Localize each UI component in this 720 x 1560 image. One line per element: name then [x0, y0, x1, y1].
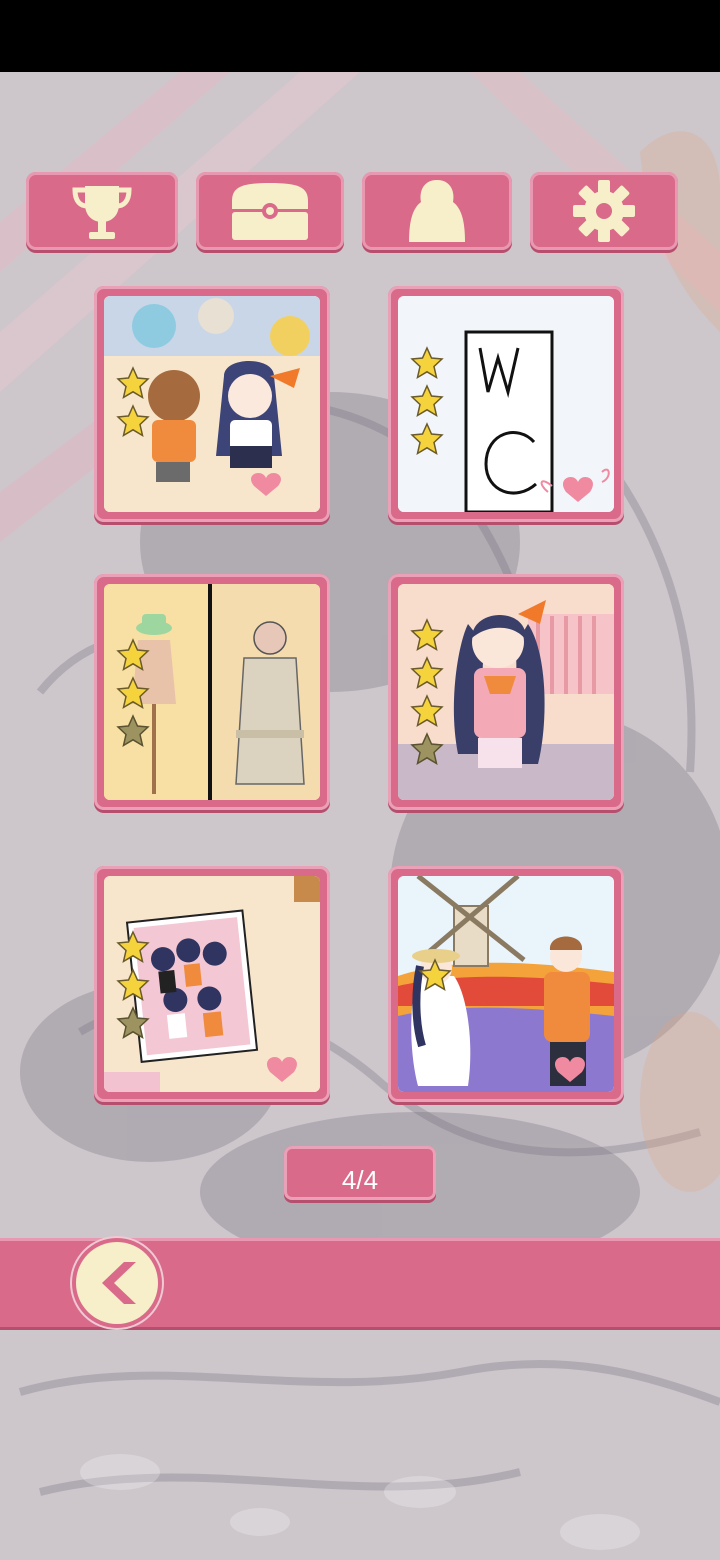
- gear-icon: [573, 180, 635, 242]
- chevron-left-icon: [102, 1262, 136, 1304]
- star-rating: [116, 638, 150, 748]
- level-card-1[interactable]: [94, 286, 330, 522]
- star-filled-icon: [410, 694, 444, 728]
- level-card-3[interactable]: [94, 574, 330, 810]
- star-filled-icon: [116, 676, 150, 710]
- chest-button[interactable]: [196, 172, 344, 250]
- star-filled-icon: [116, 366, 150, 400]
- character-button[interactable]: [362, 172, 512, 250]
- star-filled-icon: [418, 958, 452, 992]
- status-bar: [0, 0, 720, 72]
- star-rating: [116, 930, 150, 1040]
- star-filled-icon: [410, 422, 444, 456]
- star-rating: [410, 618, 444, 766]
- treasure-chest-icon: [232, 183, 308, 240]
- back-button[interactable]: [76, 1242, 158, 1324]
- star-filled-icon: [116, 930, 150, 964]
- character-icon: [409, 180, 465, 242]
- star-rating: [116, 366, 150, 438]
- star-empty-icon: [410, 732, 444, 766]
- trophy-button[interactable]: [26, 172, 178, 250]
- star-filled-icon: [410, 346, 444, 380]
- star-rating: [418, 958, 452, 992]
- level-card-4[interactable]: [388, 574, 624, 810]
- star-filled-icon: [410, 384, 444, 418]
- star-filled-icon: [116, 404, 150, 438]
- star-rating: [410, 346, 444, 456]
- level-card-5[interactable]: [94, 866, 330, 1102]
- settings-button[interactable]: [530, 172, 678, 250]
- page-indicator: 4/4: [284, 1146, 436, 1200]
- star-filled-icon: [116, 638, 150, 672]
- star-filled-icon: [116, 968, 150, 1002]
- page-indicator-label: 4/4: [341, 1165, 379, 1195]
- level-card-6[interactable]: [388, 866, 624, 1102]
- star-filled-icon: [410, 656, 444, 690]
- star-filled-icon: [410, 618, 444, 652]
- star-empty-icon: [116, 714, 150, 748]
- star-empty-icon: [116, 1006, 150, 1040]
- trophy-icon: [72, 186, 132, 239]
- level-card-2[interactable]: [388, 286, 624, 522]
